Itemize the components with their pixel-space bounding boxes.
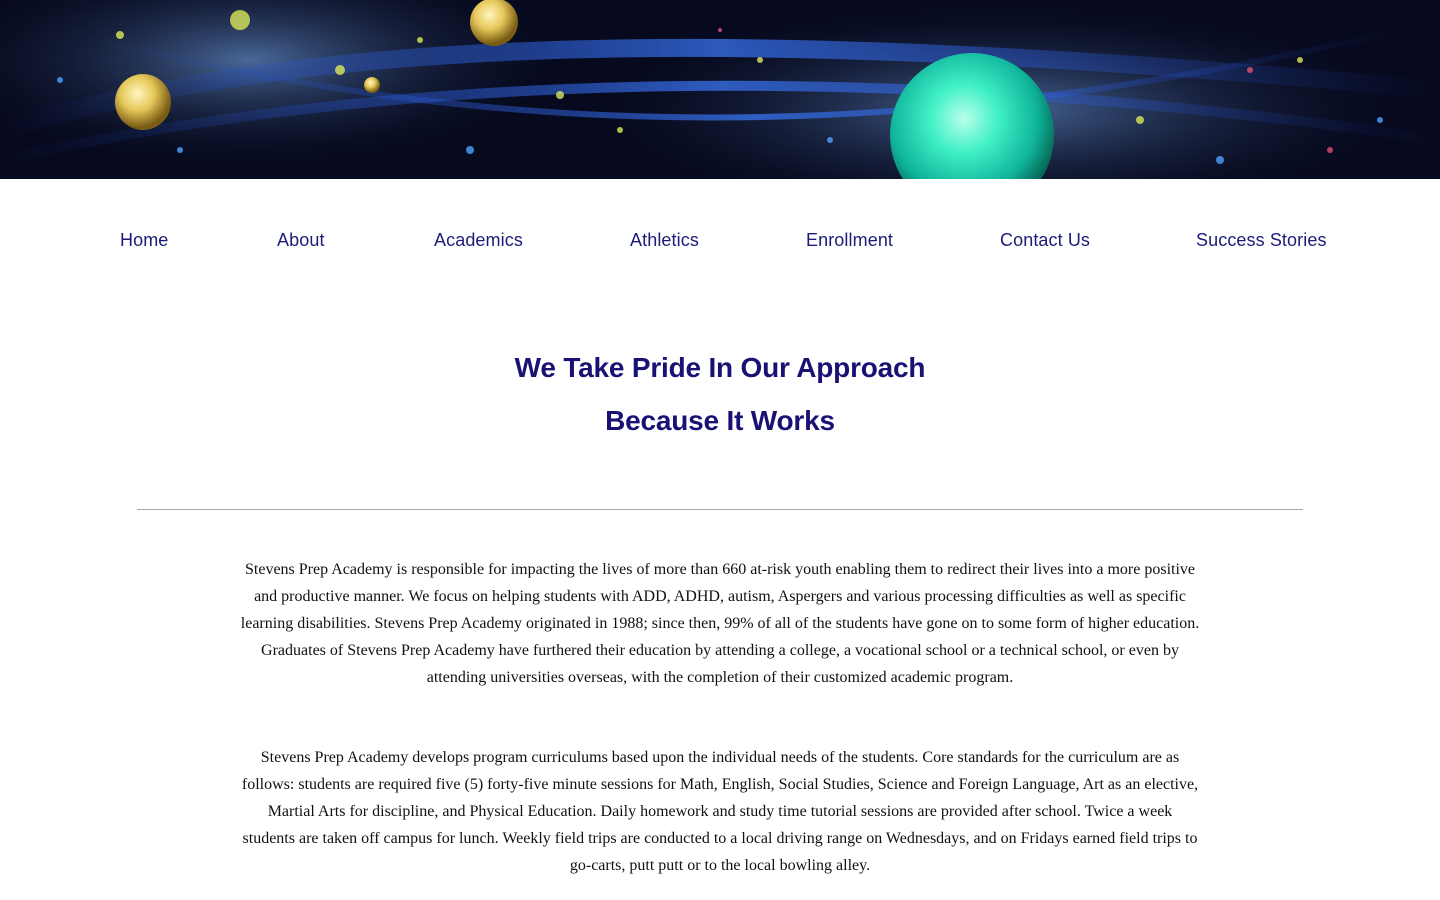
- nav-item-about[interactable]: About: [277, 230, 325, 251]
- nav-item-athletics[interactable]: Athletics: [630, 230, 699, 251]
- nav-item-enrollment[interactable]: Enrollment: [806, 230, 893, 251]
- nav-item-contact-us[interactable]: Contact Us: [1000, 230, 1090, 251]
- section-divider: [137, 509, 1303, 510]
- header-banner-image: [0, 0, 1440, 179]
- intro-paragraph: Stevens Prep Academy is responsible for …: [240, 561, 1200, 686]
- curriculum-paragraph: Stevens Prep Academy develops program cu…: [241, 749, 1199, 874]
- page-heading-line-1: We Take Pride In Our Approach: [514, 352, 926, 383]
- page-heading-line-2: Because It Works: [605, 405, 835, 436]
- nav-item-success-stories[interactable]: Success Stories: [1196, 230, 1327, 251]
- nav-item-academics[interactable]: Academics: [434, 230, 523, 251]
- nav-item-home[interactable]: Home: [120, 230, 168, 251]
- main-navigation: Home About Academics Athletics Enrollmen…: [0, 226, 1440, 258]
